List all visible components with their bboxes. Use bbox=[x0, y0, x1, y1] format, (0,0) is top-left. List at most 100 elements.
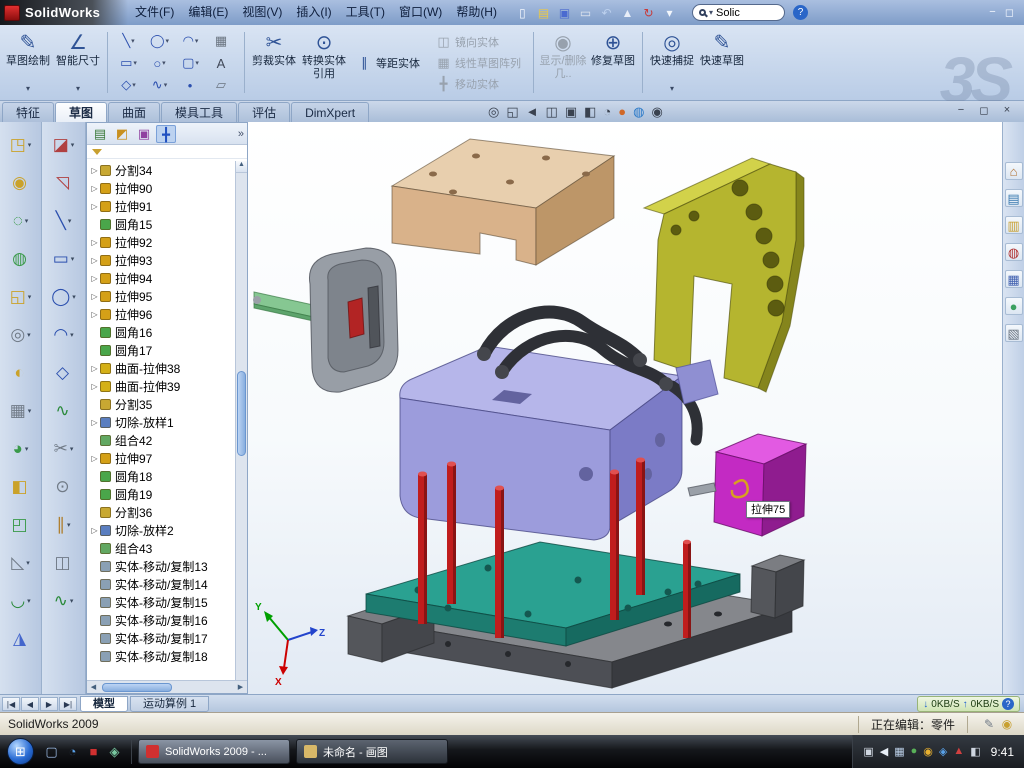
tree-item[interactable]: 实体-移动/复制15 bbox=[87, 593, 235, 611]
restore-button[interactable]: ◻ bbox=[1001, 6, 1018, 19]
pattern-tool[interactable]: ▦ bbox=[206, 30, 237, 52]
text-tool[interactable]: A bbox=[206, 52, 237, 74]
previous-view-icon[interactable]: ◄ bbox=[526, 103, 539, 120]
part-support-bracket[interactable] bbox=[644, 158, 804, 392]
undo-icon[interactable]: ↶ bbox=[598, 4, 615, 22]
network-icon[interactable]: ▦ bbox=[894, 745, 904, 758]
curve-icon[interactable]: ◡ ▾ bbox=[3, 582, 39, 620]
instant3d-icon[interactable]: ◮ bbox=[3, 620, 39, 658]
expand-arrow-icon[interactable]: ▷ bbox=[89, 166, 100, 175]
display-style-icon[interactable]: ◧ bbox=[584, 103, 596, 120]
model-tab[interactable]: 模型 bbox=[80, 696, 128, 712]
tree-item[interactable]: 圆角16 bbox=[87, 323, 235, 341]
update-icon[interactable]: ◉ bbox=[923, 745, 933, 758]
home-icon[interactable]: ⌂ bbox=[1005, 162, 1023, 180]
select-icon[interactable]: ▲ bbox=[619, 4, 636, 22]
sketch-button[interactable]: ✎ 草图绘制 ▾ bbox=[4, 27, 52, 98]
freeform-icon[interactable]: ∿ ▾ bbox=[46, 582, 82, 620]
tree-item[interactable]: ▷ 曲面-拉伸39 bbox=[87, 377, 235, 395]
expand-arrow-icon[interactable]: ▷ bbox=[89, 238, 100, 247]
search-box[interactable]: ▾ bbox=[692, 4, 785, 21]
security-icon[interactable]: ● bbox=[911, 745, 918, 758]
expand-arrow-icon[interactable]: ▷ bbox=[89, 454, 100, 463]
convert-icon[interactable]: ⊙ bbox=[46, 468, 82, 506]
tree-item[interactable]: ▷ 拉伸90 bbox=[87, 179, 235, 197]
doc-close-button[interactable]: × bbox=[1000, 104, 1014, 117]
tree-horizontal-scrollbar[interactable]: ◀ ▶ bbox=[87, 680, 247, 693]
line-icon[interactable]: ╲ ▾ bbox=[46, 202, 82, 240]
expand-arrow-icon[interactable]: ▷ bbox=[89, 418, 100, 427]
featuremanager-tab-icon[interactable]: ▤ bbox=[90, 125, 110, 143]
tree-item[interactable]: 实体-移动/复制14 bbox=[87, 575, 235, 593]
part-top-clamp-plate[interactable] bbox=[392, 139, 614, 265]
smart-dimension-icon[interactable]: ◹ bbox=[46, 164, 82, 202]
task-button[interactable]: 未命名 - 画图 bbox=[296, 739, 448, 764]
fillet-icon[interactable]: ◕ ▾ bbox=[3, 430, 39, 468]
scroll-right-icon[interactable]: ▶ bbox=[234, 683, 247, 691]
appearances-icon[interactable]: ● bbox=[1005, 297, 1023, 315]
part-guide-pin[interactable] bbox=[688, 483, 716, 496]
revolved-boss-icon[interactable]: ◉ bbox=[3, 164, 39, 202]
model-tab[interactable]: 运动算例 1 bbox=[130, 696, 209, 712]
menu-item[interactable]: 帮助(H) bbox=[449, 0, 504, 25]
appearance-icon[interactable]: ● bbox=[618, 103, 626, 120]
expand-arrow-icon[interactable]: ▷ bbox=[89, 184, 100, 193]
solidworks-quick-icon[interactable]: ■ bbox=[83, 744, 104, 760]
menu-item[interactable]: 工具(T) bbox=[339, 0, 392, 25]
propertymanager-tab-icon[interactable]: ◩ bbox=[112, 125, 132, 143]
scrollbar-thumb[interactable] bbox=[237, 371, 246, 456]
search-results-icon[interactable]: ◍ bbox=[1005, 243, 1023, 261]
trim-entities-button[interactable]: ✂ 剪裁实体 bbox=[250, 27, 298, 98]
minimize-button[interactable]: − bbox=[984, 6, 1001, 19]
task-button[interactable]: SolidWorks 2009 - ... bbox=[138, 739, 290, 764]
dimxpertmanager-tab-icon[interactable]: ╋ bbox=[156, 125, 176, 143]
tree-item[interactable]: ▷ 拉伸95 bbox=[87, 287, 235, 305]
sketch-tool-icon[interactable]: ◪ ▾ bbox=[46, 126, 82, 164]
tab-scroll-button[interactable]: ▶ bbox=[40, 697, 58, 711]
tab-scroll-button[interactable]: |◀ bbox=[2, 697, 20, 711]
options-icon[interactable]: ▾ bbox=[661, 4, 678, 22]
scene-icon[interactable]: ◍ bbox=[633, 103, 644, 120]
tree-item[interactable]: ▷ 拉伸91 bbox=[87, 197, 235, 215]
revolved-cut-icon[interactable]: ◐ bbox=[3, 354, 39, 392]
tree-item[interactable]: 圆角18 bbox=[87, 467, 235, 485]
expand-arrow-icon[interactable]: ▷ bbox=[89, 364, 100, 373]
tree-item[interactable]: 分割35 bbox=[87, 395, 235, 413]
linear-sketch-pattern-button[interactable]: ▦ 线性草图阵列 bbox=[433, 53, 524, 72]
print-icon[interactable]: ▭ bbox=[577, 4, 594, 22]
rectangle-icon[interactable]: ▭ ▾ bbox=[46, 240, 82, 278]
tree-item[interactable]: 组合43 bbox=[87, 539, 235, 557]
part-ejector-rod[interactable] bbox=[253, 292, 318, 322]
command-tab[interactable]: 特征 bbox=[2, 102, 54, 122]
media-icon[interactable]: ◈ bbox=[104, 744, 125, 760]
tree-item[interactable]: ▷ 拉伸92 bbox=[87, 233, 235, 251]
sketch-status-icon[interactable]: ✎ bbox=[980, 717, 998, 731]
circle-tool[interactable]: ◯ ▾ bbox=[144, 30, 175, 52]
expand-arrow-icon[interactable]: ▷ bbox=[89, 202, 100, 211]
ellipse-tool[interactable]: ○ ▾ bbox=[144, 52, 175, 74]
graphics-area[interactable]: Y Z X 拉伸75 bbox=[248, 122, 1002, 694]
menu-item[interactable]: 窗口(W) bbox=[392, 0, 449, 25]
line-tool[interactable]: ╲ ▾ bbox=[113, 30, 144, 52]
lofted-boss-icon[interactable]: ◍ bbox=[3, 240, 39, 278]
browser-icon[interactable]: ◔ bbox=[62, 744, 83, 760]
file-explorer-icon[interactable]: ▥ bbox=[1005, 216, 1023, 234]
open-icon[interactable]: ▤ bbox=[535, 4, 552, 22]
zoom-fit-icon[interactable]: ◎ bbox=[488, 103, 499, 120]
display-delete-relations-button[interactable]: ◉ 显示/删除几.. bbox=[539, 27, 587, 98]
shell-icon[interactable]: ◰ bbox=[3, 506, 39, 544]
camera-icon[interactable]: ◉ bbox=[651, 103, 662, 120]
design-library-icon[interactable]: ▤ bbox=[1005, 189, 1023, 207]
doc-restore-button[interactable]: ◻ bbox=[977, 104, 991, 117]
tree-vertical-scrollbar[interactable]: ▲ bbox=[235, 161, 247, 680]
tree-item[interactable]: 实体-移动/复制18 bbox=[87, 647, 235, 665]
repair-sketch-button[interactable]: ⊕ 修复草图 bbox=[589, 27, 637, 98]
usb-icon[interactable]: ◧ bbox=[970, 745, 980, 758]
configurationmanager-tab-icon[interactable]: ▣ bbox=[134, 125, 154, 143]
tree-item[interactable]: ▷ 切除-放样2 bbox=[87, 521, 235, 539]
mirror-entities-button[interactable]: ◫ 镜向实体 bbox=[433, 32, 524, 51]
tree-item[interactable]: 实体-移动/复制17 bbox=[87, 629, 235, 647]
arc-icon[interactable]: ◠ ▾ bbox=[46, 316, 82, 354]
tree-item[interactable]: 组合42 bbox=[87, 431, 235, 449]
start-button[interactable]: ⊞ bbox=[7, 738, 34, 765]
